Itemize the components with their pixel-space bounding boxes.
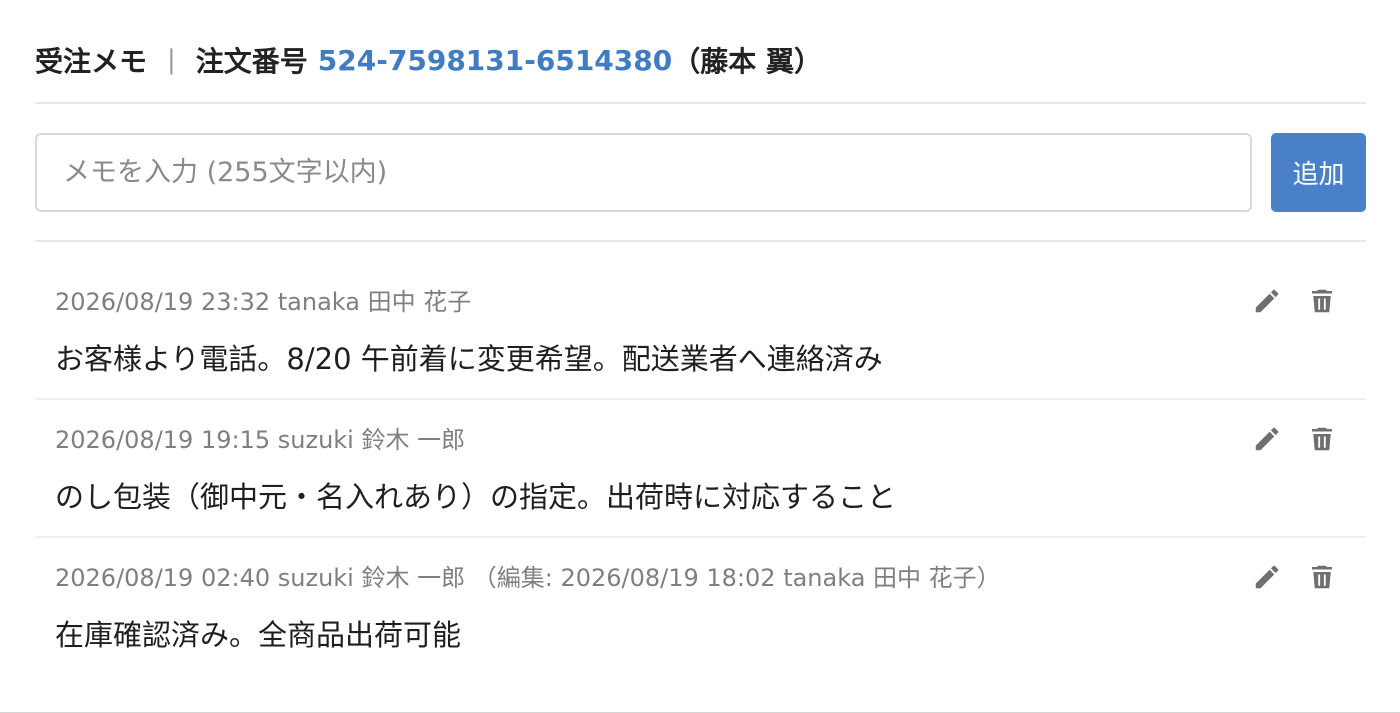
pencil-icon[interactable] — [1250, 422, 1284, 456]
memo-item: 2026/08/19 02:40 suzuki 鈴木 一郎 （編集: 2026/… — [35, 538, 1366, 676]
memo-list: 2026/08/19 23:32 tanaka 田中 花子 お客様より電話。8/… — [35, 262, 1366, 676]
customer-name: （藤本 翼） — [672, 45, 822, 78]
memo-meta: 2026/08/19 23:32 tanaka 田中 花子 — [55, 288, 472, 316]
trash-icon[interactable] — [1305, 560, 1339, 594]
header-separator: | — [167, 45, 176, 75]
order-number-label: 注文番号 — [195, 45, 308, 78]
add-memo-button[interactable]: 追加 — [1271, 133, 1366, 212]
memo-text: 在庫確認済み。全商品出荷可能 — [55, 618, 462, 652]
memo-meta: 2026/08/19 19:15 suzuki 鈴木 一郎 — [55, 426, 466, 454]
memo-item: 2026/08/19 23:32 tanaka 田中 花子 お客様より電話。8/… — [35, 262, 1366, 400]
pencil-icon[interactable] — [1250, 560, 1284, 594]
input-divider — [35, 240, 1366, 242]
memo-text: お客様より電話。8/20 午前着に変更希望。配送業者へ連絡済み — [55, 342, 883, 376]
memo-text: のし包装（御中元・名入れあり）の指定。出荷時に対応すること — [55, 480, 897, 514]
memo-meta: 2026/08/19 02:40 suzuki 鈴木 一郎 （編集: 2026/… — [55, 564, 1001, 592]
header-divider — [35, 102, 1366, 104]
order-number-link[interactable]: 524-7598131-6514380 — [318, 44, 672, 77]
memo-input[interactable] — [35, 133, 1252, 212]
trash-icon[interactable] — [1305, 422, 1339, 456]
panel-header: 受注メモ | 注文番号 524-7598131-6514380 （藤本 翼） — [35, 38, 1366, 82]
pencil-icon[interactable] — [1250, 284, 1284, 318]
memo-item: 2026/08/19 19:15 suzuki 鈴木 一郎 のし包装（御中元・名… — [35, 400, 1366, 538]
order-memo-panel: 受注メモ | 注文番号 524-7598131-6514380 （藤本 翼） 追… — [0, 0, 1400, 713]
trash-icon[interactable] — [1305, 284, 1339, 318]
panel-title: 受注メモ — [35, 45, 148, 78]
